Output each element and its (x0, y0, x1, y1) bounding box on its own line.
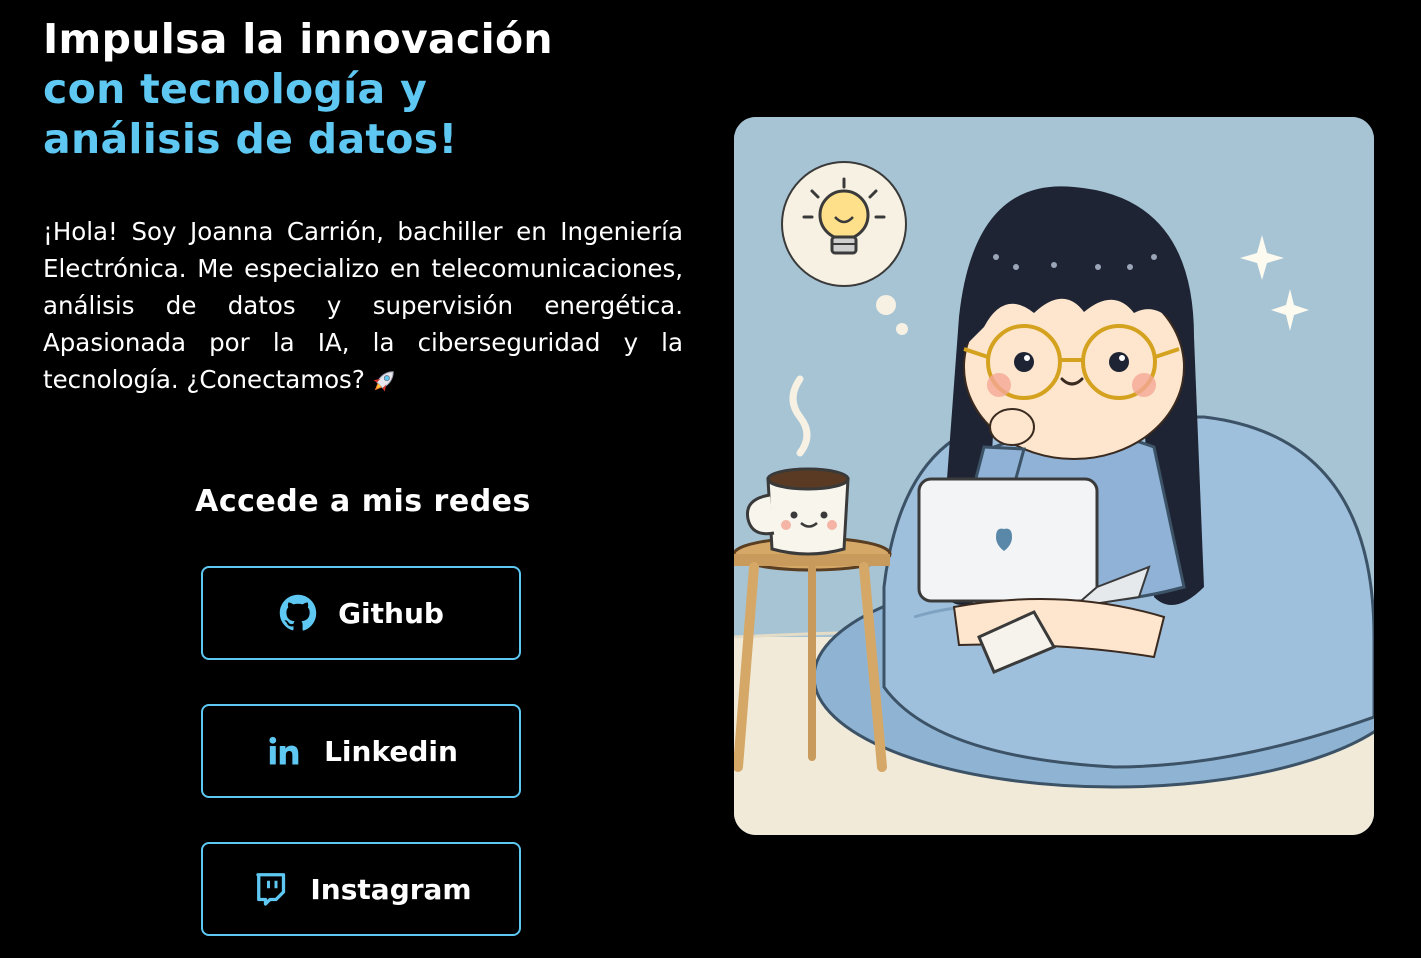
github-button-label: Github (338, 596, 444, 630)
networks-title: Accede a mis redes (195, 484, 531, 519)
rocket-icon (369, 366, 399, 396)
instagram-button-label: Instagram (310, 872, 472, 906)
github-icon (278, 593, 318, 633)
linkedin-icon (264, 731, 304, 771)
hero-title: Impulsa la innovación con tecnología y a… (43, 14, 683, 164)
profile-illustration (734, 117, 1374, 835)
hero-title-line-2: con tecnología y (43, 65, 428, 113)
twitch-icon (250, 869, 290, 909)
hero-title-line-1: Impulsa la innovación (43, 15, 553, 63)
hero-section: Impulsa la innovación con tecnología y a… (43, 14, 683, 164)
bio-paragraph: ¡Hola! Soy Joanna Carrión, bachiller en … (43, 213, 683, 398)
hero-title-line-3: análisis de datos! (43, 115, 458, 163)
linkedin-button[interactable]: Linkedin (201, 704, 521, 798)
bio-text: ¡Hola! Soy Joanna Carrión, bachiller en … (43, 217, 683, 394)
instagram-button[interactable]: Instagram (201, 842, 521, 936)
github-button[interactable]: Github (201, 566, 521, 660)
linkedin-button-label: Linkedin (324, 734, 458, 768)
